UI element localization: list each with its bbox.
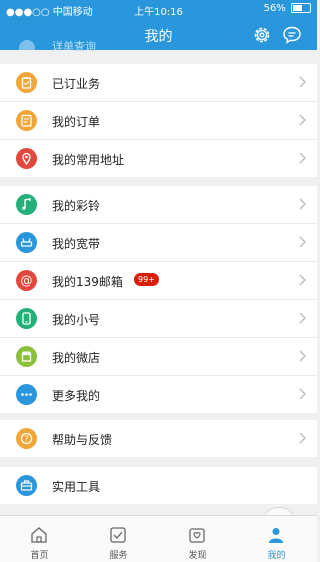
tab-label: 发现 bbox=[188, 551, 207, 561]
chevron-right-icon bbox=[299, 274, 306, 286]
menu-item-label: 已订业务 bbox=[52, 77, 101, 91]
tab-mine[interactable]: 我的 bbox=[237, 516, 316, 562]
menu-item-label: 我的139邮箱 bbox=[52, 275, 123, 289]
menu-item-label: 我的彩铃 bbox=[52, 199, 101, 213]
svg-text:?: ? bbox=[25, 434, 29, 443]
menu-item-secondary-number[interactable]: 我的小号 bbox=[0, 300, 317, 338]
tab-service[interactable]: 服务 bbox=[79, 516, 158, 562]
chevron-right-icon bbox=[299, 432, 306, 444]
music-note-icon bbox=[16, 194, 37, 215]
home-icon bbox=[31, 527, 47, 543]
tab-label: 服务 bbox=[109, 551, 128, 561]
menu-item-help-feedback[interactable]: ? 帮助与反馈 bbox=[0, 420, 317, 457]
chevron-right-icon bbox=[299, 236, 306, 248]
status-right: 56% bbox=[264, 3, 311, 14]
shop-icon bbox=[16, 346, 37, 367]
menu-item-subscribed-services[interactable]: 已订业务 bbox=[0, 64, 317, 102]
chevron-right-icon bbox=[299, 388, 306, 400]
router-icon bbox=[16, 232, 37, 253]
battery-percent: 56% bbox=[263, 3, 286, 14]
unread-badge: 99+ bbox=[134, 273, 159, 286]
profile-icon bbox=[269, 528, 283, 543]
menu-item-label: 实用工具 bbox=[52, 480, 101, 494]
order-icon bbox=[16, 110, 37, 131]
chevron-right-icon bbox=[299, 76, 306, 88]
chevron-right-icon bbox=[299, 152, 306, 164]
svg-text:@: @ bbox=[21, 274, 33, 288]
discover-icon bbox=[189, 528, 205, 543]
header-bar: 详单查询 我的 bbox=[0, 18, 317, 53]
menu-item-utility-tools[interactable]: 实用工具 bbox=[0, 467, 317, 504]
menu-item-label: 我的微店 bbox=[52, 351, 101, 365]
help-icon: ? bbox=[16, 428, 37, 449]
help-group: ? 帮助与反馈 bbox=[0, 420, 317, 457]
chevron-right-icon bbox=[299, 350, 306, 362]
status-bar: ●●●○○ 中国移动 上午10:16 56% bbox=[0, 0, 317, 18]
clipboard-icon bbox=[16, 72, 37, 93]
tab-home[interactable]: 首页 bbox=[0, 516, 79, 562]
tab-label: 我的 bbox=[267, 551, 286, 561]
menu-item-addresses[interactable]: 我的常用地址 bbox=[0, 140, 317, 177]
chat-bubble-icon[interactable] bbox=[282, 25, 302, 45]
bottom-tab-bar: 首页 服务 发现 我的 bbox=[0, 515, 317, 562]
gear-icon[interactable] bbox=[252, 25, 272, 45]
menu-item-label: 帮助与反馈 bbox=[52, 433, 113, 447]
menu-item-my-orders[interactable]: 我的订单 bbox=[0, 102, 317, 140]
tools-group: 实用工具 bbox=[0, 467, 317, 504]
chevron-right-icon bbox=[299, 198, 306, 210]
phone-icon bbox=[16, 308, 37, 329]
menu-item-label: 我的小号 bbox=[52, 313, 101, 327]
menu-item-label: 更多我的 bbox=[52, 389, 101, 403]
chevron-right-icon bbox=[299, 114, 306, 126]
chevron-right-icon bbox=[299, 312, 306, 324]
menu-item-broadband[interactable]: 我的宽带 bbox=[0, 224, 317, 262]
menu-item-label: 我的宽带 bbox=[52, 237, 101, 251]
menu-item-label: 我的订单 bbox=[52, 115, 101, 129]
menu-item-more[interactable]: 更多我的 bbox=[0, 376, 317, 413]
my-services-group: 我的彩铃 我的宽带 @ 我的139邮箱 99+ 我的小号 我的微店 更多我的 bbox=[0, 186, 317, 413]
toolbox-icon bbox=[16, 475, 37, 496]
more-dots-icon bbox=[16, 384, 37, 405]
battery-icon bbox=[291, 3, 311, 13]
tab-discover[interactable]: 发现 bbox=[158, 516, 237, 562]
service-icon bbox=[110, 527, 126, 543]
at-sign-icon: @ bbox=[16, 270, 37, 291]
menu-item-ringtone[interactable]: 我的彩铃 bbox=[0, 186, 317, 224]
orders-group: 已订业务 我的订单 我的常用地址 bbox=[0, 64, 317, 177]
menu-item-micro-shop[interactable]: 我的微店 bbox=[0, 338, 317, 376]
menu-item-label: 我的常用地址 bbox=[52, 153, 125, 167]
tab-label: 首页 bbox=[30, 551, 49, 561]
menu-item-139-mailbox[interactable]: @ 我的139邮箱 99+ bbox=[0, 262, 317, 300]
location-icon bbox=[16, 148, 37, 169]
